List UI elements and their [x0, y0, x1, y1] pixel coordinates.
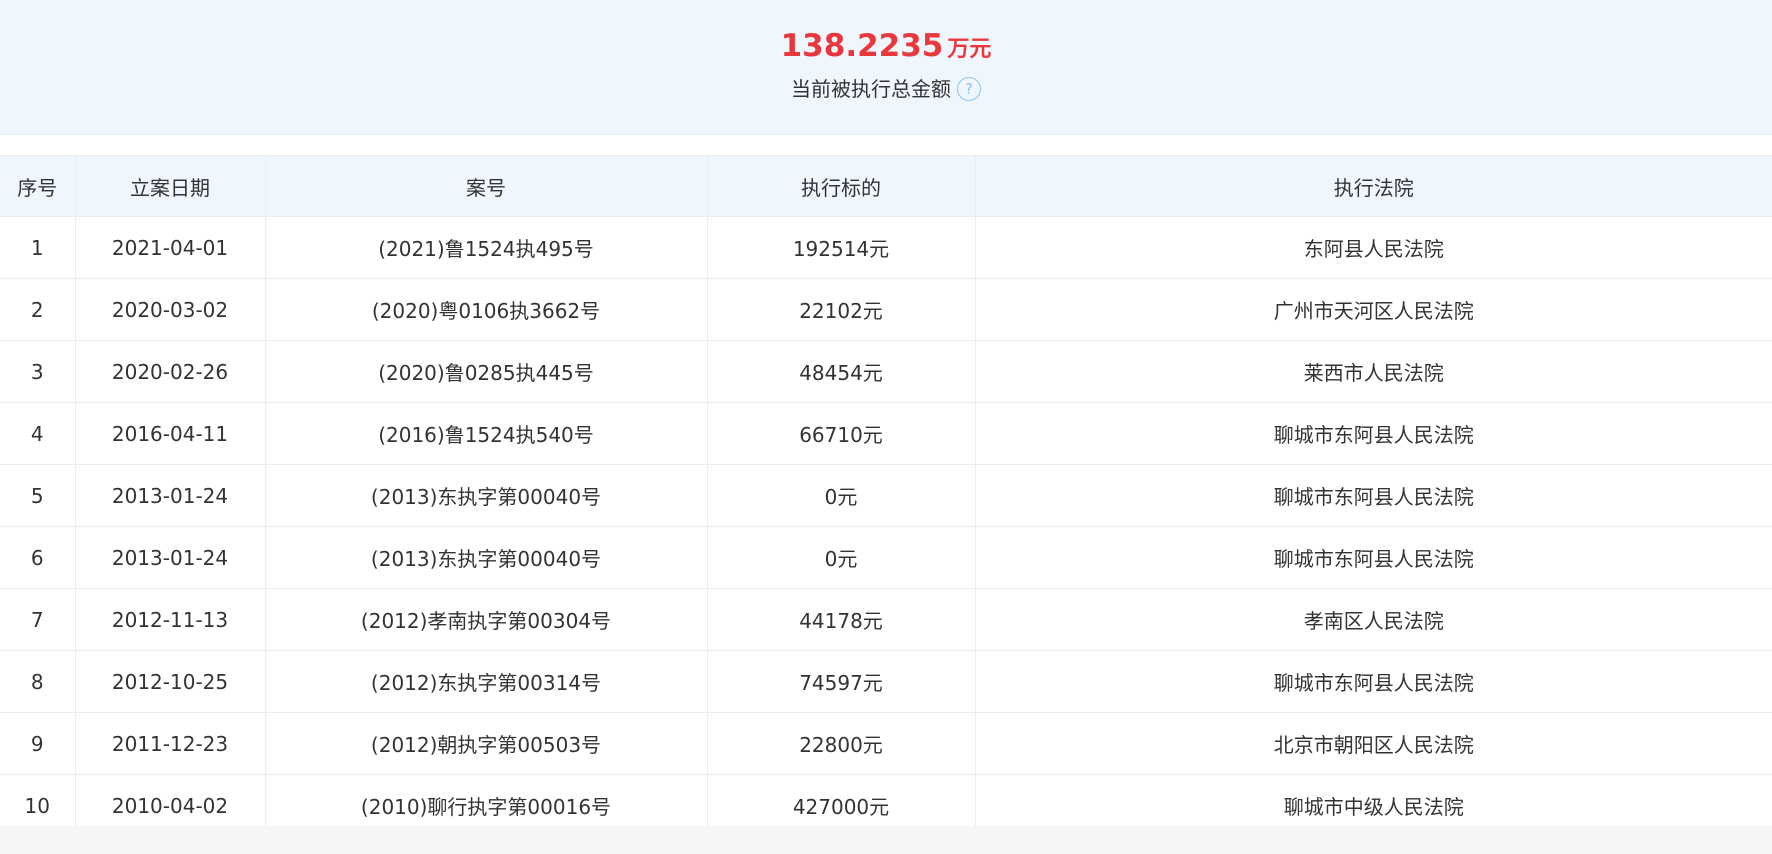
header-execution-amount: 执行标的	[707, 155, 976, 217]
total-amount-label: 当前被执行总金额	[791, 77, 951, 101]
cell-court: 聊城市东阿县人民法院	[975, 464, 1772, 527]
total-amount-value: 138.2235	[780, 28, 944, 64]
header-filing-date: 立案日期	[75, 155, 266, 217]
cell-court: 聊城市东阿县人民法院	[975, 526, 1772, 589]
cell-index: 2	[0, 278, 76, 341]
summary-panel: 138.2235 万元 当前被执行总金额?	[0, 0, 1772, 135]
table-row: 8 2012-10-25 (2012)东执字第00314号 74597元 聊城市…	[0, 650, 1772, 713]
cell-case-number: (2020)鲁0285执445号	[265, 340, 708, 403]
cell-court: 莱西市人民法院	[975, 340, 1772, 403]
cell-filing-date: 2020-03-02	[75, 278, 266, 341]
cell-filing-date: 2012-11-13	[75, 588, 266, 651]
cell-filing-date: 2020-02-26	[75, 340, 266, 403]
cell-execution-amount: 22102元	[707, 278, 976, 341]
cell-case-number: (2012)东执字第00314号	[265, 650, 708, 713]
cell-index: 6	[0, 526, 76, 589]
cell-execution-amount: 74597元	[707, 650, 976, 713]
cell-filing-date: 2012-10-25	[75, 650, 266, 713]
header-case-number: 案号	[265, 155, 708, 217]
table-row: 7 2012-11-13 (2012)孝南执字第00304号 44178元 孝南…	[0, 588, 1772, 651]
cell-index: 7	[0, 588, 76, 651]
cell-case-number: (2021)鲁1524执495号	[265, 216, 708, 279]
table-row: 6 2013-01-24 (2013)东执字第00040号 0元 聊城市东阿县人…	[0, 526, 1772, 589]
cell-filing-date: 2016-04-11	[75, 402, 266, 465]
cell-case-number: (2012)孝南执字第00304号	[265, 588, 708, 651]
cell-court: 聊城市东阿县人民法院	[975, 402, 1772, 465]
table-row: 4 2016-04-11 (2016)鲁1524执540号 66710元 聊城市…	[0, 402, 1772, 465]
cell-filing-date: 2021-04-01	[75, 216, 266, 279]
total-amount: 138.2235 万元	[0, 22, 1772, 75]
table-row: 1 2021-04-01 (2021)鲁1524执495号 192514元 东阿…	[0, 216, 1772, 279]
cell-execution-amount: 66710元	[707, 402, 976, 465]
cell-index: 4	[0, 402, 76, 465]
cell-index: 1	[0, 216, 76, 279]
total-amount-label-row: 当前被执行总金额?	[0, 74, 1772, 104]
cell-case-number: (2013)东执字第00040号	[265, 526, 708, 589]
table-row: 9 2011-12-23 (2012)朝执字第00503号 22800元 北京市…	[0, 712, 1772, 775]
cell-case-number: (2020)粤0106执3662号	[265, 278, 708, 341]
table-header-row: 序号 立案日期 案号 执行标的 执行法院	[0, 155, 1772, 217]
bottom-strip	[0, 826, 1772, 854]
cell-court: 孝南区人民法院	[975, 588, 1772, 651]
cell-court: 东阿县人民法院	[975, 216, 1772, 279]
table-row: 3 2020-02-26 (2020)鲁0285执445号 48454元 莱西市…	[0, 340, 1772, 403]
question-icon[interactable]: ?	[957, 77, 981, 101]
cell-execution-amount: 192514元	[707, 216, 976, 279]
table-row: 2 2020-03-02 (2020)粤0106执3662号 22102元 广州…	[0, 278, 1772, 341]
cell-filing-date: 2013-01-24	[75, 526, 266, 589]
cell-execution-amount: 22800元	[707, 712, 976, 775]
cell-case-number: (2013)东执字第00040号	[265, 464, 708, 527]
cell-filing-date: 2013-01-24	[75, 464, 266, 527]
table-row: 5 2013-01-24 (2013)东执字第00040号 0元 聊城市东阿县人…	[0, 464, 1772, 527]
cell-court: 广州市天河区人民法院	[975, 278, 1772, 341]
header-index: 序号	[0, 155, 76, 217]
cell-case-number: (2012)朝执字第00503号	[265, 712, 708, 775]
total-amount-unit: 万元	[947, 37, 992, 62]
cell-filing-date: 2011-12-23	[75, 712, 266, 775]
header-court: 执行法院	[975, 155, 1772, 217]
cell-execution-amount: 0元	[707, 526, 976, 589]
cell-execution-amount: 0元	[707, 464, 976, 527]
cell-court: 北京市朝阳区人民法院	[975, 712, 1772, 775]
cell-execution-amount: 44178元	[707, 588, 976, 651]
cell-index: 5	[0, 464, 76, 527]
section-gap	[0, 135, 1772, 155]
cell-court: 聊城市东阿县人民法院	[975, 650, 1772, 713]
cell-index: 9	[0, 712, 76, 775]
cell-index: 8	[0, 650, 76, 713]
cell-execution-amount: 48454元	[707, 340, 976, 403]
cell-index: 3	[0, 340, 76, 403]
cell-case-number: (2016)鲁1524执540号	[265, 402, 708, 465]
execution-table: 序号 立案日期 案号 执行标的 执行法院 1 2021-04-01 (2021)…	[0, 155, 1772, 837]
